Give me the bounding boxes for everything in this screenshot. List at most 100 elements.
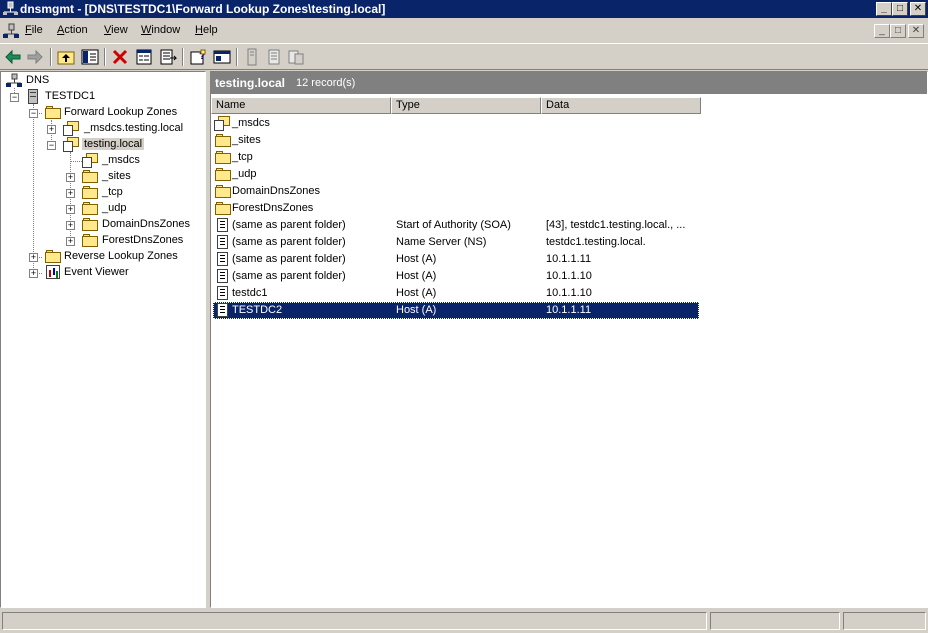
record-row[interactable]: _udp xyxy=(213,166,699,183)
expand-toggle[interactable]: + xyxy=(66,189,75,198)
tree-label: _sites xyxy=(102,170,131,182)
record-type: Host (A) xyxy=(396,304,437,316)
menu-window[interactable]: Window xyxy=(141,24,180,36)
tree-item-forestdnszones[interactable]: + ForestDnsZones xyxy=(1,233,205,249)
record-row[interactable]: (same as parent folder) Host (A) 10.1.1.11 xyxy=(213,251,699,268)
record-row[interactable]: ForestDnsZones xyxy=(213,200,699,217)
record-name: (same as parent folder) xyxy=(232,236,346,248)
tree-item-udp[interactable]: + _udp xyxy=(1,201,205,217)
properties-icon[interactable] xyxy=(134,47,154,67)
folder-icon xyxy=(215,168,231,181)
details-pane[interactable]: testing.local 12 record(s) Name Type Dat… xyxy=(210,71,928,608)
expand-toggle[interactable]: + xyxy=(66,173,75,182)
collapse-toggle[interactable]: − xyxy=(29,109,38,118)
new-window-icon[interactable] xyxy=(212,47,232,67)
forward-icon[interactable] xyxy=(25,47,45,67)
record-icon xyxy=(217,235,228,249)
record-row[interactable]: TESTDC2 Host (A) 10.1.1.11 xyxy=(213,302,699,319)
record-name: testdc1 xyxy=(232,287,268,299)
minimize-icon: _ xyxy=(881,3,887,14)
close-icon: ✕ xyxy=(913,3,923,14)
tree-item-msdcs-delegation[interactable]: _msdcs xyxy=(1,153,205,169)
record-name: _msdcs xyxy=(232,117,270,129)
mdi-close-button[interactable]: ✕ xyxy=(908,24,924,38)
collapse-toggle[interactable]: − xyxy=(10,93,19,102)
tree-item-reverse-lookup-zones[interactable]: + Reverse Lookup Zones xyxy=(1,249,205,265)
status-panel-2 xyxy=(710,612,840,630)
menu-view[interactable]: View xyxy=(104,24,128,36)
expand-toggle[interactable]: + xyxy=(66,237,75,246)
tree-item-dns[interactable]: DNS xyxy=(1,73,205,89)
expand-toggle[interactable]: + xyxy=(47,125,56,134)
folder-icon xyxy=(215,202,231,215)
export-list-icon[interactable] xyxy=(158,47,178,67)
expand-toggle[interactable]: + xyxy=(29,269,38,278)
record-data: [43], testdc1.testing.local., ... xyxy=(546,219,686,231)
record-row[interactable]: _sites xyxy=(213,132,699,149)
tree-label: ForestDnsZones xyxy=(102,234,184,246)
mdi-minimize-button[interactable]: _ xyxy=(874,24,890,38)
record-name: TESTDC2 xyxy=(232,304,283,316)
tree-label: _msdcs xyxy=(102,154,140,166)
tree-item-forward-lookup-zones[interactable]: − Forward Lookup Zones xyxy=(1,105,205,121)
dns-icon xyxy=(6,73,22,87)
record-type: Name Server (NS) xyxy=(396,236,487,248)
tree-item-testdc1[interactable]: − TESTDC1 xyxy=(1,89,205,105)
record-type: Host (A) xyxy=(396,253,437,265)
menu-help[interactable]: Help xyxy=(195,24,218,36)
expand-toggle[interactable]: + xyxy=(29,253,38,262)
record-row[interactable]: DomainDnsZones xyxy=(213,183,699,200)
tree-item-domaindnszones[interactable]: + DomainDnsZones xyxy=(1,217,205,233)
menu-file[interactable]: File xyxy=(25,24,43,36)
mdi-restore-button[interactable]: □ xyxy=(890,24,906,38)
tree-item-tcp[interactable]: + _tcp xyxy=(1,185,205,201)
record-row[interactable]: _msdcs xyxy=(213,115,699,132)
window-minimize-button[interactable]: _ xyxy=(876,2,892,16)
mdi-child-icon[interactable] xyxy=(3,23,19,39)
delete-icon[interactable] xyxy=(110,47,130,67)
record-name: (same as parent folder) xyxy=(232,219,346,231)
record-type: Host (A) xyxy=(396,287,437,299)
tree-item-testing-local[interactable]: − testing.local xyxy=(1,137,205,153)
expand-toggle[interactable]: + xyxy=(66,205,75,214)
record-name: _sites xyxy=(232,134,261,146)
collapse-toggle[interactable]: − xyxy=(47,141,56,150)
zone-icon xyxy=(63,121,79,136)
back-icon[interactable] xyxy=(3,47,23,67)
tree-item-msdcs-zone[interactable]: + _msdcs.testing.local xyxy=(1,121,205,137)
up-one-level-icon[interactable] xyxy=(56,47,76,67)
toolbar-separator xyxy=(104,48,106,66)
record-row[interactable]: _tcp xyxy=(213,149,699,166)
folder-icon xyxy=(82,202,98,215)
record-data: testdc1.testing.local. xyxy=(546,236,646,248)
new-alias-icon[interactable] xyxy=(264,47,284,67)
record-data: 10.1.1.10 xyxy=(546,270,592,282)
tree-label: Forward Lookup Zones xyxy=(64,106,178,118)
record-row[interactable]: (same as parent folder) Host (A) 10.1.1.10 xyxy=(213,268,699,285)
title-bar[interactable]: dnsmgmt - [DNS\TESTDC1\Forward Lookup Zo… xyxy=(0,0,928,18)
window-maximize-button[interactable]: □ xyxy=(892,2,908,16)
record-row[interactable]: testdc1 Host (A) 10.1.1.10 xyxy=(213,285,699,302)
delegated-zone-icon xyxy=(82,153,98,168)
tree-label: _msdcs.testing.local xyxy=(84,122,184,134)
new-mail-exchanger-icon[interactable] xyxy=(286,47,306,67)
record-row[interactable]: (same as parent folder) Start of Authorit… xyxy=(213,217,699,234)
window-close-button[interactable]: ✕ xyxy=(910,2,926,16)
record-row[interactable]: (same as parent folder) Name Server (NS) t… xyxy=(213,234,699,251)
restore-icon: □ xyxy=(894,25,902,36)
record-name: DomainDnsZones xyxy=(232,185,321,197)
menu-action[interactable]: Action xyxy=(57,24,88,36)
new-host-icon[interactable] xyxy=(242,47,262,67)
tree-item-event-viewer[interactable]: + Event Viewer xyxy=(1,265,205,281)
toolbar-separator xyxy=(236,48,238,66)
expand-toggle[interactable]: + xyxy=(66,221,75,230)
tree-label: DomainDnsZones xyxy=(102,218,191,230)
event-viewer-icon xyxy=(46,265,60,279)
help-icon[interactable]: ? xyxy=(188,47,208,67)
record-type: Host (A) xyxy=(396,270,437,282)
console-tree[interactable]: DNS − TESTDC1 − Forward Lookup Zones + _… xyxy=(0,71,206,608)
record-name: _udp xyxy=(232,168,257,180)
show-hide-tree-icon[interactable] xyxy=(80,47,100,67)
record-name: (same as parent folder) xyxy=(232,253,346,265)
tree-item-sites[interactable]: + _sites xyxy=(1,169,205,185)
